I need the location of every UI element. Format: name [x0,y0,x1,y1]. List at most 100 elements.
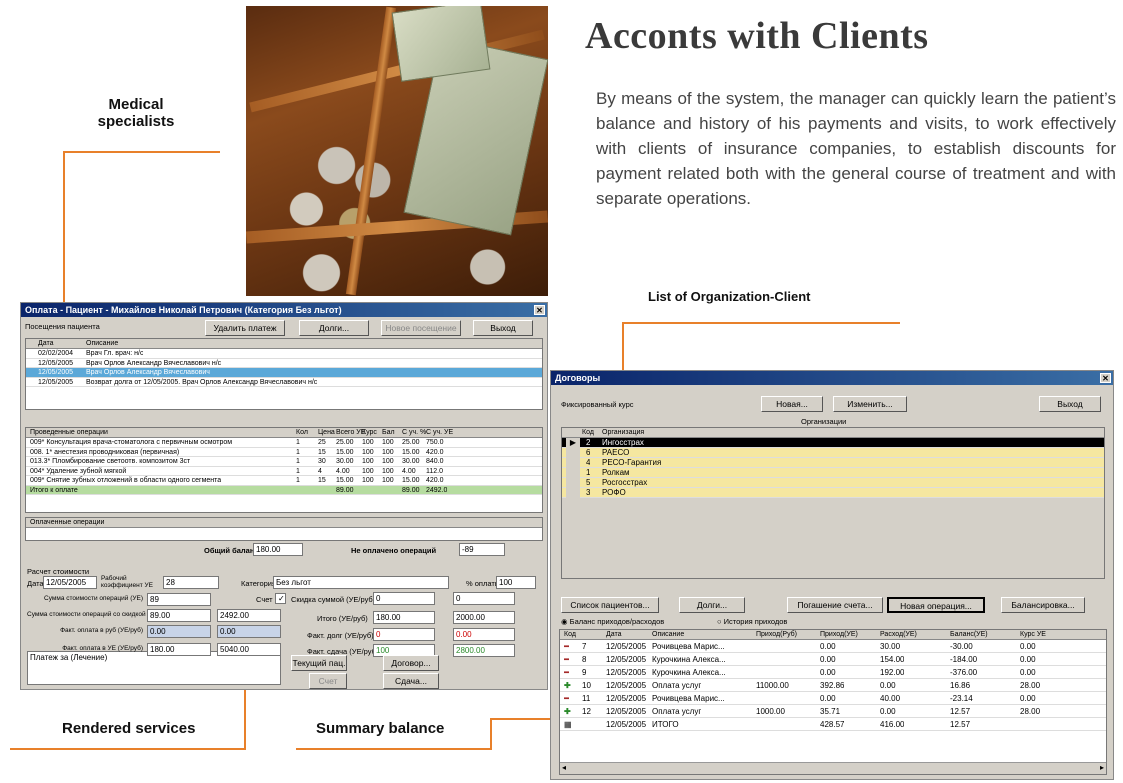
scroll-right-icon[interactable]: ▸ [1100,763,1104,772]
total-balance-label: Общий баланс [204,546,259,555]
table-row[interactable]: ▦ 12/05/2005 ИТОГО 428.57 416.00 12.57 [560,718,1106,731]
table-cell: 100 [362,439,374,446]
table-row[interactable]: 1 Ролкам [562,468,1104,478]
table-row[interactable]: 009* Снятие зубных отложений в области о… [26,476,542,486]
new-visit-button[interactable]: Новое посещение [381,320,461,336]
table-row[interactable]: 12/05/2005 Возврат долга от 12/05/2005. В… [26,378,542,387]
table-row[interactable]: 008. 1* анестезия проводниковая (первичн… [26,448,542,457]
check-checkbox[interactable]: ✓ [275,593,286,604]
payment-note-textarea[interactable]: Платеж за (Лечение) [27,651,281,685]
debts-button[interactable]: Долги... [679,597,745,613]
change-button[interactable]: Сдача... [383,673,439,689]
table-row[interactable]: 5 Росгосстрах [562,478,1104,488]
table-cell: 100 [362,467,374,475]
percent-field[interactable]: 100 [496,576,536,589]
col-code: Код [582,429,594,436]
table-cell: 0.00 [1020,694,1036,703]
pay-invoice-button[interactable]: Погашение счета... [787,597,883,613]
radio-balance[interactable]: ◉ Баланс приходов/расходов [561,617,664,626]
debt-field-ue[interactable]: 0 [373,628,435,641]
table-cell: 4.00 [402,467,416,475]
rate-field[interactable]: 28 [163,576,219,589]
table-row[interactable]: 12/05/2005 Врач Орлов Александр Вячеславо… [26,368,542,378]
table-cell: 30 [318,458,326,465]
invoice-button[interactable]: Счет [309,673,347,689]
col-header: С уч. % [402,429,427,436]
table-cell: 0.00 [820,668,836,677]
table-cell: 35.71 [820,707,841,716]
new-org-button[interactable]: Новая... [761,396,823,412]
calc-section-label: Расчет стоимости [27,567,90,576]
table-cell: 840.0 [426,458,444,465]
table-row[interactable]: 3 РОФО [562,488,1104,498]
exit-button[interactable]: Выход [473,320,533,336]
edit-org-button[interactable]: Изменить... [833,396,907,412]
table-cell: 89.00 [402,486,420,494]
table-row[interactable]: 12/05/2005 Врач Орлов Александр Вячеславо… [26,359,542,368]
window-title: Оплата - Пациент - Михайлов Николай Петр… [25,305,342,315]
table-row[interactable]: ━ 8 12/05/2005 Курочкина Алекса... 0.00 154.0… [560,653,1106,666]
delete-payment-button[interactable]: Удалить платеж [205,320,285,336]
discount-field-rub[interactable]: 0 [453,592,515,605]
table-row[interactable]: 009* Консультация врача-стоматолога с пе… [26,438,542,448]
col-header: Курс [362,429,377,436]
debt-label: Факт. долг (УЕ/руб) [307,631,374,640]
contract-button[interactable]: Договор... [383,655,439,671]
table-cell: 154.00 [880,655,905,664]
table-row[interactable]: ✚ 10 12/05/2005 Оплата услуг 11000.00 392.86 0… [560,679,1106,692]
table-row[interactable]: ━ 7 12/05/2005 Рочивцева Марис... 0.00 30.00 -… [560,640,1106,653]
debt-field-rub[interactable]: 0.00 [453,628,515,641]
horizontal-scrollbar[interactable]: ◂ ▸ [560,762,1106,774]
table-row[interactable]: 004* Удаление зубной мягкой 1 4 4.00 100 100 4… [26,467,542,476]
table-cell: 0.00 [880,707,896,716]
table-row[interactable]: ✚ 12 12/05/2005 Оплата услуг 1000.00 35.71 0.0… [560,705,1106,718]
table-cell: 100 [382,467,394,475]
sum-field-ue[interactable]: 0.00 [147,625,211,638]
total-balance-field[interactable]: 180.00 [253,543,303,556]
table-cell: 12/05/2005 [606,681,647,690]
exit-button[interactable]: Выход [1039,396,1101,412]
unpaid-ops-field[interactable]: -89 [459,543,505,556]
table-cell: 2492.0 [426,486,448,494]
scroll-left-icon[interactable]: ◂ [562,763,566,772]
table-cell: 0.00 [820,694,836,703]
balancing-button[interactable]: Балансировка... [1001,597,1085,613]
table-cell: Возврат долга от 12/05/2005. Врач Орлов … [86,378,318,386]
table-row[interactable]: 013.3* Пломбирование светоотв. композито… [26,457,542,467]
table-cell: РОФО [602,488,626,497]
category-select[interactable]: Без льгот [273,576,449,589]
sum-field-rub[interactable]: 5040.00 [217,643,281,656]
table-row[interactable]: 02/02/2004 Врач Гл. врач: н/с [26,349,542,359]
table-row[interactable]: ━ 11 12/05/2005 Рочивцева Марис... 0.00 40.00… [560,692,1106,705]
table-row[interactable]: 6 РАЕСО [562,448,1104,458]
close-icon[interactable]: ✕ [534,305,545,315]
date-field[interactable]: 12/05/2005 [43,576,97,589]
sum-field-ue[interactable]: 89 [147,593,211,606]
table-row[interactable]: ━ 9 12/05/2005 Курочкина Алекса... 0.00 192.0… [560,666,1106,679]
sum-field-rub[interactable]: 2492.00 [217,609,281,622]
patient-list-button[interactable]: Список пациентов... [561,597,659,613]
radio-history[interactable]: ○ История приходов [717,617,787,626]
total2-field-ue[interactable]: 180.00 [373,611,435,624]
sum-field-ue[interactable]: 180.00 [147,643,211,656]
debts-button[interactable]: Долги... [299,320,369,336]
table-row[interactable]: ▶ 2 Ингосстрах [562,438,1104,448]
sum-field-ue[interactable]: 89.00 [147,609,211,622]
row-indicator [566,448,580,458]
table-cell: -376.00 [950,668,978,677]
rate-label: Рабочий коэффициент УЕ [101,575,153,589]
close-icon[interactable]: ✕ [1100,373,1111,383]
total2-field-rub[interactable]: 2000.00 [453,611,515,624]
table-cell: 3 [586,488,591,497]
table-cell: 12.57 [950,720,971,729]
current-patient-button[interactable]: Текущий пац. [291,655,347,671]
table-row[interactable]: 4 РЕСО-Гарантия [562,458,1104,468]
change-field-rub[interactable]: 2800.00 [453,644,515,657]
table-cell: 12/05/2005 [606,720,647,729]
table-cell: 15 [318,477,326,484]
new-operation-button[interactable]: Новая операция... [887,597,985,613]
discount-field-ue[interactable]: 0 [373,592,435,605]
page-description: By means of the system, the manager can … [596,89,1116,208]
table-row[interactable]: Итого к оплате 89.00 89.00 2492.0 [26,485,542,495]
sum-field-rub[interactable]: 0.00 [217,625,281,638]
